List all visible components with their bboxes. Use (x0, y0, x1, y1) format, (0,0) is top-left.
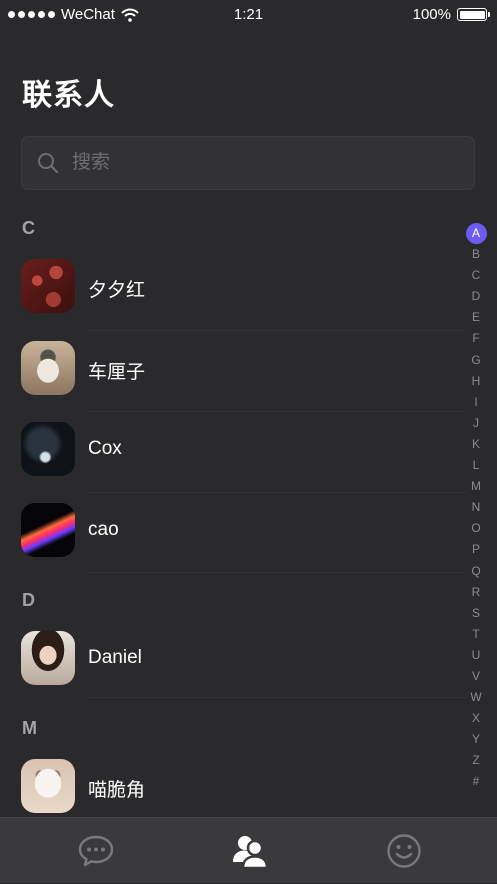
index-letter[interactable]: Y (465, 729, 487, 750)
index-letter[interactable]: W (465, 687, 487, 708)
contact-row[interactable]: cao (0, 489, 466, 573)
index-letter[interactable]: U (465, 645, 487, 666)
index-letter[interactable]: Z (465, 750, 487, 771)
index-letter[interactable]: R (465, 582, 487, 603)
search-icon (38, 153, 59, 174)
index-letter[interactable]: H (465, 371, 487, 392)
contact-row[interactable]: 夕夕红 (0, 245, 466, 331)
section-header-d: D (22, 590, 35, 610)
section-header-m: M (22, 718, 37, 738)
index-letter[interactable]: A (465, 223, 487, 244)
index-letter[interactable]: P (465, 539, 487, 560)
status-right: 100% (412, 6, 490, 23)
index-letter[interactable]: D (465, 286, 487, 307)
contact-row[interactable]: Daniel (0, 617, 466, 698)
index-letter[interactable]: I (465, 392, 487, 413)
avatar (21, 422, 75, 476)
alphabet-index[interactable]: A B C D E F G H I J K L M N O P Q R S T U V W X Y Z # (465, 223, 487, 793)
status-bar: WeChat 1:21 100% (0, 0, 497, 28)
index-letter[interactable]: O (465, 518, 487, 539)
index-letter[interactable]: V (465, 666, 487, 687)
avatar (21, 259, 75, 313)
index-letter[interactable]: J (465, 413, 487, 434)
contact-name: Daniel (88, 647, 142, 668)
index-letter[interactable]: B (465, 244, 487, 265)
search-input[interactable] (70, 151, 434, 175)
chat-bubble-icon (78, 835, 114, 867)
index-letter[interactable]: G (465, 350, 487, 371)
tab-chats[interactable] (61, 818, 131, 884)
contact-row[interactable]: 车厘子 (0, 327, 466, 412)
divider (88, 572, 466, 573)
index-letter[interactable]: S (465, 603, 487, 624)
contact-row[interactable]: Cox (0, 408, 466, 493)
tab-bar (0, 817, 497, 883)
contact-row[interactable]: 喵脆角 (0, 745, 466, 825)
section-header-c: C (22, 218, 35, 238)
avatar (21, 341, 75, 395)
index-letter[interactable]: Q (465, 561, 487, 582)
index-letter[interactable]: X (465, 708, 487, 729)
index-letter[interactable]: # (465, 771, 487, 792)
index-letter[interactable]: M (465, 476, 487, 497)
index-letter[interactable]: E (465, 307, 487, 328)
avatar (21, 631, 75, 685)
contacts-icon (233, 836, 269, 870)
battery-icon (457, 8, 490, 21)
index-letter[interactable]: F (465, 328, 487, 349)
index-letter[interactable]: N (465, 497, 487, 518)
index-letter[interactable]: T (465, 624, 487, 645)
page-title: 联系人 (22, 79, 115, 112)
index-letter[interactable]: C (465, 265, 487, 286)
index-letter[interactable]: L (465, 455, 487, 476)
divider (88, 697, 466, 698)
search-box[interactable] (21, 136, 475, 190)
contact-name: 夕夕红 (88, 280, 146, 301)
tab-me[interactable] (369, 818, 439, 884)
contact-name: Cox (88, 438, 122, 459)
tab-contacts[interactable] (215, 818, 285, 884)
avatar (21, 759, 75, 813)
contact-name: 喵脆角 (88, 780, 146, 801)
index-letter[interactable]: K (465, 434, 487, 455)
contact-name: 车厘子 (88, 362, 146, 383)
avatar (21, 503, 75, 557)
smiley-icon (387, 834, 421, 868)
battery-percentage: 100% (412, 6, 451, 23)
contact-name: cao (88, 519, 119, 540)
